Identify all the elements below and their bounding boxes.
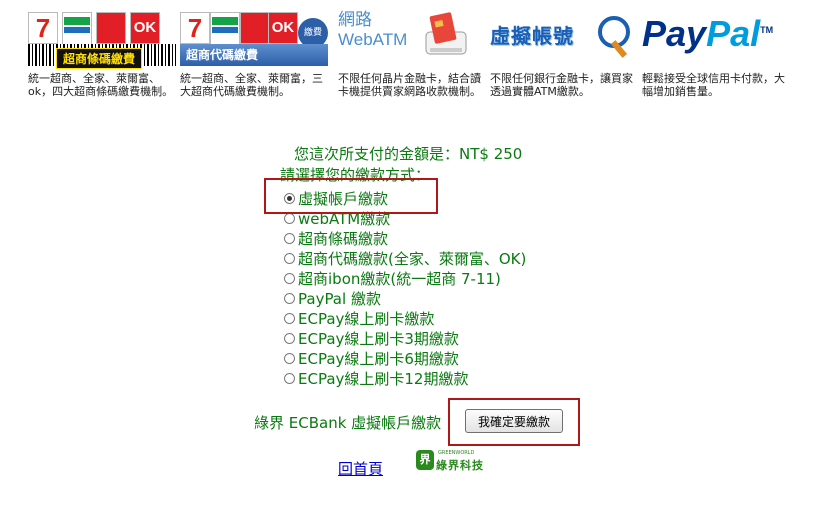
payment-option-label: PayPal 繳款 [298,289,381,308]
ok-mart-logo: OK [268,12,298,44]
familymart-logo [62,12,92,46]
payment-option-label: ECPay線上刷卡繳款 [298,309,435,328]
webatm-logo: 網路 WebATM [338,8,480,66]
radio-button[interactable] [284,212,295,224]
radio-button[interactable] [284,292,295,304]
home-link[interactable]: 回首頁 [338,458,383,479]
store-barcode-caption: 超商條碼繳費 [56,48,143,69]
store-barcode-desc: 統一超商、全家、萊爾富、ok，四大超商條碼繳費機制。 [28,72,174,98]
payment-option[interactable]: ECPay線上刷卡12期繳款 [284,368,526,388]
radio-button[interactable] [284,272,295,284]
payment-banner: 7 OK 超商條碼繳費 統一超商、全家、萊爾富、ok，四大超商條碼繳費機制。 7… [28,8,815,118]
hilife-logo [96,12,126,44]
payment-option-label: 超商條碼繳款 [298,229,389,248]
payment-option[interactable]: PayPal 繳款 [284,288,526,308]
store-code-caption: 超商代碼繳費 [180,44,328,66]
payment-option-label: ECPay線上刷卡12期繳款 [298,369,469,388]
card-reader-icon [425,12,467,55]
radio-button[interactable] [284,372,295,384]
webatm-title: 網路 WebATM [338,10,408,49]
payment-option-label: ECPay線上刷卡6期繳款 [298,349,459,368]
ok-mart-logo: OK [130,12,160,44]
seven-eleven-logo: 7 [180,12,210,44]
radio-button[interactable] [284,332,295,344]
banner-card-store-code: 7 OK 繳費 超商代碼繳費 統一超商、全家、萊爾富，三大超商代碼繳費機制。 [180,8,330,98]
banner-card-store-barcode: 7 OK 超商條碼繳費 統一超商、全家、萊爾富、ok，四大超商條碼繳費機制。 [28,8,178,98]
store-code-logo: 7 OK 繳費 超商代碼繳費 [180,8,328,66]
banner-card-paypal: PayPalTM 輕鬆接受全球信用卡付款，大幅增加銷售量。 [642,8,792,99]
ecbank-logo: 界 GREENWORLD 綠界科技 [416,450,488,472]
virtual-account-desc: 不限任何銀行金融卡，讓買家透過實體ATM繳款。 [490,72,633,98]
payment-option-label: 超商ibon繳款(統一超商 7-11) [298,269,501,288]
webatm-desc: 不限任何晶片金融卡，結合讀卡機提供賣家網路收款機制。 [338,72,481,98]
virtual-account-logo: 虛擬帳號 [490,8,632,66]
selected-method-label: 綠界 ECBank 虛擬帳戶繳款 [254,414,442,432]
virtual-account-title: 虛擬帳號 [490,24,574,48]
store-code-desc: 統一超商、全家、萊爾富，三大超商代碼繳費機制。 [180,72,323,98]
hilife-logo [240,12,270,44]
paypal-desc: 輕鬆接受全球信用卡付款，大幅增加銷售量。 [642,72,785,98]
ecbank-leaf-icon: 界 [416,450,434,470]
paypal-logo: PayPalTM [642,8,784,66]
familymart-logo [210,12,240,46]
banner-card-virtual-account: 虛擬帳號 不限任何銀行金融卡，讓買家透過實體ATM繳款。 [490,8,640,98]
payment-option[interactable]: ECPay線上刷卡6期繳款 [284,348,526,368]
payment-option-label: ECPay線上刷卡3期繳款 [298,329,459,348]
highlight-selected-option [264,178,438,214]
radio-button[interactable] [284,232,295,244]
seven-eleven-logo: 7 [28,12,58,44]
payment-method-options: 虛擬帳戶繳款 webATM繳款 超商條碼繳款 超商代碼繳款(全家、萊爾富、OK) 超商i… [284,188,526,388]
payment-amount: 您這次所支付的金額是：NT$ 250 [294,145,523,163]
highlight-confirm-button [448,398,580,446]
radio-button[interactable] [284,252,295,264]
banner-card-webatm: 網路 WebATM 不限任何晶片金融卡，結合讀卡機提供賣家網路收款機制。 [338,8,488,98]
radio-button[interactable] [284,312,295,324]
payment-option[interactable]: 超商代碼繳款(全家、萊爾富、OK) [284,248,526,268]
payment-option-label: 超商代碼繳款(全家、萊爾富、OK) [298,249,527,268]
payment-option[interactable]: 超商ibon繳款(統一超商 7-11) [284,268,526,288]
payment-option[interactable]: ECPay線上刷卡繳款 [284,308,526,328]
ecbank-logo-name: 綠界科技 [436,459,484,472]
payment-option[interactable]: 超商條碼繳款 [284,228,526,248]
paypal-wordmark: PayPalTM [642,13,774,54]
ecbank-logo-small-text: GREENWORLD [438,450,475,456]
store-barcode-logo: 7 OK 超商條碼繳費 [28,8,176,69]
radio-button[interactable] [284,352,295,364]
payment-option[interactable]: ECPay線上刷卡3期繳款 [284,328,526,348]
